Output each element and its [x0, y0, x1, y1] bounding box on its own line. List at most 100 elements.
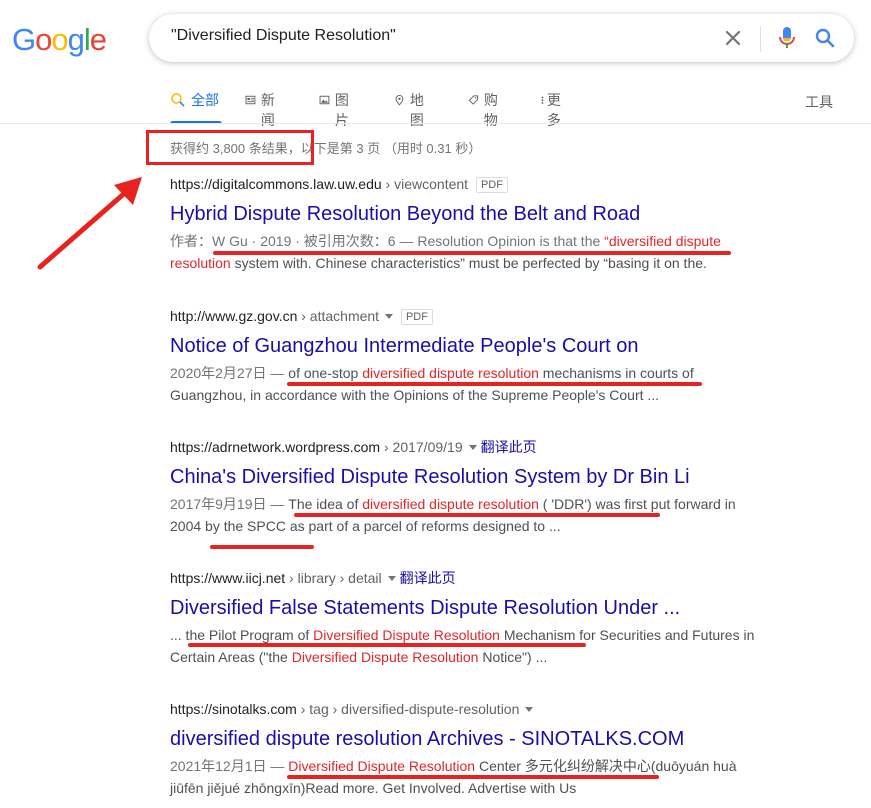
snippet-text: Mechanism for Securities and Futures in — [499, 627, 755, 643]
tab-more[interactable]: 更多 — [540, 90, 564, 128]
tab-label: 图片 — [334, 92, 349, 128]
result-url[interactable]: http://www.gz.gov.cn › attachment PDF — [170, 307, 770, 325]
snippet-date: 2017年9月19日 — — [170, 496, 289, 512]
search-result: https://digitalcommons.law.uw.edu › view… — [170, 175, 770, 274]
result-domain: https://adrnetwork.wordpress.com — [170, 439, 381, 455]
result-url[interactable]: https://sinotalks.com › tag › diversifie… — [170, 700, 770, 718]
result-domain: https://sinotalks.com — [170, 701, 297, 717]
news-icon — [245, 95, 256, 105]
result-title-link[interactable]: diversified dispute resolution Archives … — [170, 726, 770, 752]
tab-all[interactable]: 全部 — [170, 90, 222, 124]
tab-label: 购物 — [483, 92, 498, 128]
annotation-underline — [294, 513, 660, 517]
tab-label: 地图 — [409, 92, 424, 128]
chevron-down-icon[interactable] — [385, 314, 394, 319]
search-button[interactable] — [813, 26, 837, 50]
chevron-down-icon[interactable] — [387, 576, 396, 581]
snippet-text: Certain Areas ("the — [170, 649, 292, 665]
snippet-line: jiūfēn jiějué zhōngxīn)Read more. Get In… — [170, 780, 577, 796]
snippet-line: 2017年9月19日 — The idea of diversified dis… — [170, 493, 770, 515]
snippet-line: 2004 by the SPCC as part of a parcel of … — [170, 518, 561, 534]
snippet-date: 2021年12月1日 — — [170, 758, 289, 774]
search-input[interactable] — [171, 27, 711, 45]
search-result: https://adrnetwork.wordpress.com › 2017/… — [170, 438, 770, 537]
annotation-underline — [213, 251, 731, 255]
snippet-date: 2020年2月27日 — — [170, 365, 289, 381]
logo-letter: e — [89, 22, 107, 57]
result-path: › 2017/09/19 — [380, 439, 463, 455]
result-title-link[interactable]: China's Diversified Dispute Resolution S… — [170, 464, 770, 490]
annotation-underline — [287, 775, 659, 779]
google-logo[interactable]: Google — [12, 22, 107, 58]
translate-page-link[interactable]: 翻译此页 — [481, 439, 537, 455]
result-url[interactable]: https://adrnetwork.wordpress.com › 2017/… — [170, 438, 770, 456]
result-url[interactable]: https://www.iicj.net › library › detail 翻… — [170, 569, 770, 587]
snippet-text: mechanisms in courts of — [538, 365, 694, 381]
snippet-highlight: “diversified dispute — [604, 233, 721, 249]
snippet-highlight: Diversified Dispute Resolution — [313, 627, 500, 643]
snippet-text: ( 'DDR') was first put forward in — [538, 496, 736, 512]
chevron-down-icon[interactable] — [468, 445, 477, 450]
tab-label: 新闻 — [260, 92, 275, 128]
search-box[interactable] — [149, 14, 854, 62]
result-path: › viewcontent — [381, 176, 469, 192]
search-icon — [171, 93, 185, 107]
close-icon — [725, 30, 741, 46]
result-title-link[interactable]: Diversified False Statements Dispute Res… — [170, 595, 770, 621]
annotation-underline — [210, 545, 314, 549]
tab-label: 全部 — [191, 92, 219, 108]
chevron-down-icon[interactable] — [525, 707, 534, 712]
snippet-line: Certain Areas ("the Diversified Dispute … — [170, 646, 770, 668]
voice-search-button[interactable] — [775, 25, 799, 51]
tag-icon — [468, 95, 479, 105]
snippet-highlight: resolution — [170, 255, 231, 271]
logo-letter: g — [67, 22, 85, 57]
result-path: › library › detail — [285, 570, 382, 586]
result-title-link[interactable]: Hybrid Dispute Resolution Beyond the Bel… — [170, 201, 770, 227]
result-path: › attachment — [297, 308, 380, 324]
tab-shopping[interactable]: 购物 — [468, 90, 503, 128]
snippet-text: ... the Pilot Program of — [170, 627, 314, 643]
clear-search-button[interactable] — [721, 26, 745, 50]
search-result: https://sinotalks.com › tag › diversifie… — [170, 700, 770, 799]
snippet-text: 作者：W Gu · 2019 · 被引用次数：6 — Resolution Op… — [170, 233, 605, 249]
more-vertical-icon — [541, 96, 544, 104]
pdf-badge: PDF — [475, 177, 508, 193]
snippet-highlight: diversified dispute resolution — [362, 496, 539, 512]
translate-page-link[interactable]: 翻译此页 — [400, 570, 456, 586]
pdf-badge: PDF — [400, 309, 433, 325]
snippet-line: 2021年12月1日 — Diversified Dispute Resolut… — [170, 755, 770, 777]
snippet-line: resolution system with. Chinese characte… — [170, 252, 770, 274]
snippet-highlight: Diversified Dispute Resolution — [288, 758, 476, 774]
tab-news[interactable]: 新闻 — [245, 90, 280, 128]
snippet-line: 2020年2月27日 — of one-stop diversified dis… — [170, 362, 770, 384]
logo-letter: o — [35, 22, 52, 57]
snippet-text: system with. Chinese characteristics” mu… — [230, 255, 707, 271]
snippet-text: of one-stop — [288, 365, 363, 381]
snippet-text: Notice") ... — [478, 649, 548, 665]
annotation-underline — [188, 643, 586, 647]
result-path: › tag › diversified-dispute-resolution — [296, 701, 520, 717]
map-pin-icon — [395, 95, 404, 106]
tab-images[interactable]: 图片 — [319, 90, 354, 128]
snippet-highlight: Diversified Dispute Resolution — [291, 649, 479, 665]
annotation-arrow — [37, 177, 142, 270]
search-result: https://www.iicj.net › library › detail 翻… — [170, 569, 770, 668]
result-domain: http://www.gz.gov.cn — [170, 308, 298, 324]
microphone-icon — [779, 27, 795, 48]
tab-maps[interactable]: 地图 — [394, 90, 429, 128]
search-divider — [760, 26, 761, 52]
snippet-line: Guangzhou, in accordance with the Opinio… — [170, 387, 660, 403]
result-url[interactable]: https://digitalcommons.law.uw.edu › view… — [170, 175, 770, 193]
logo-letter: o — [51, 22, 68, 57]
logo-letter: G — [12, 22, 36, 57]
result-domain: https://www.iicj.net — [170, 570, 286, 586]
snippet-highlight: diversified dispute resolution — [362, 365, 539, 381]
annotation-box — [146, 130, 314, 165]
tools-button[interactable]: 工具 — [805, 92, 833, 112]
header-divider — [0, 123, 871, 124]
result-title-link[interactable]: Notice of Guangzhou Intermediate People'… — [170, 333, 770, 359]
search-result: http://www.gz.gov.cn › attachment PDF No… — [170, 307, 770, 406]
image-icon — [319, 95, 330, 105]
result-domain: https://digitalcommons.law.uw.edu — [170, 176, 382, 192]
